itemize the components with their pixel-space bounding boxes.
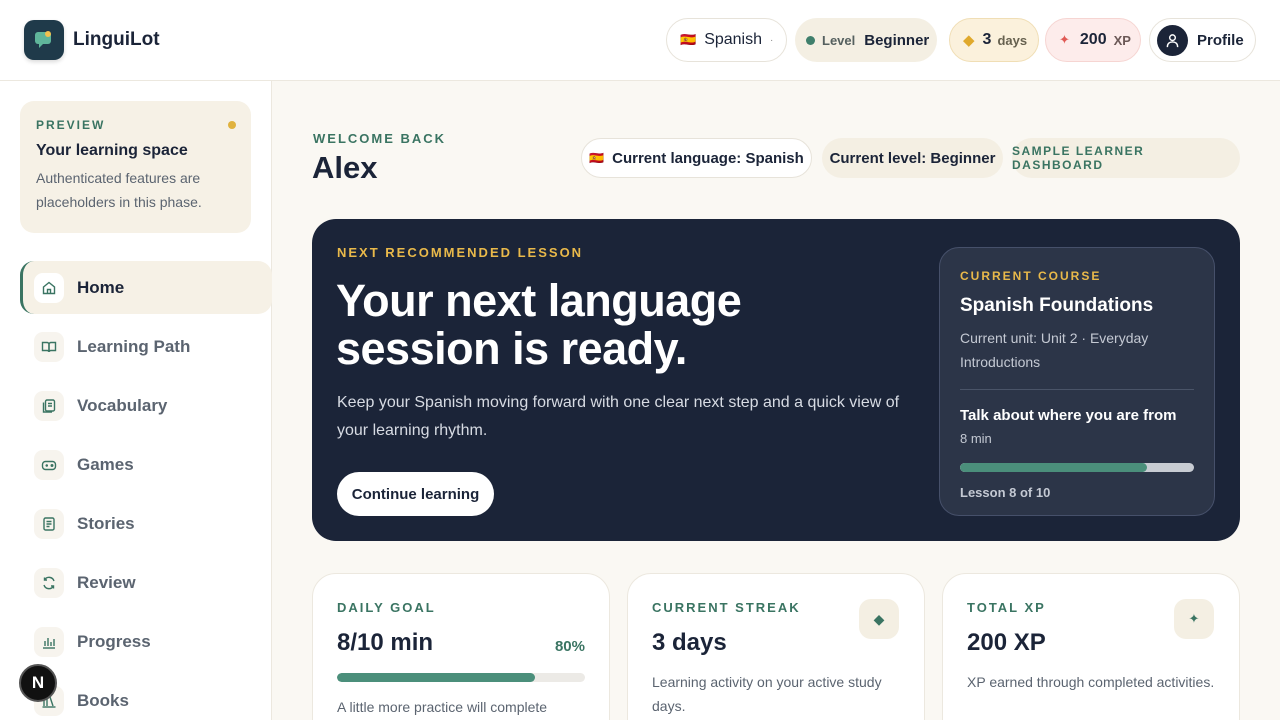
divider — [960, 389, 1194, 390]
continue-learning-button[interactable]: Continue learning — [337, 472, 494, 516]
sidebar-item-label: Learning Path — [77, 336, 191, 356]
current-course-card[interactable]: CURRENT COURSE Spanish Foundations Curre… — [939, 247, 1215, 516]
xp-note: XP earned through completed activities. — [967, 674, 1215, 690]
spain-flag-icon: 🇪🇸 — [589, 151, 605, 165]
cards-icon — [34, 390, 64, 421]
diamond-icon: ◆ — [963, 32, 975, 49]
preview-card: PREVIEW Your learning space Authenticate… — [20, 101, 251, 233]
daily-goal-percent: 80% — [554, 638, 585, 655]
sidebar: PREVIEW Your learning space Authenticate… — [0, 81, 272, 720]
xp-unit: XP — [1113, 32, 1131, 48]
next-lesson-hero: NEXT RECOMMENDED LESSON Your next langua… — [312, 219, 1240, 541]
sparkle-icon: ✦ — [1059, 32, 1070, 47]
app-name: LinguiLot — [73, 29, 160, 50]
level-caption: Level — [822, 32, 856, 48]
hero-description: Keep your Spanish moving forward with on… — [337, 394, 900, 439]
streak-card-icon: ◆ — [873, 610, 885, 627]
xp-pill[interactable]: ✦ 200 XP — [1045, 18, 1141, 62]
story-icon — [34, 508, 64, 539]
sidebar-item-label: Review — [77, 572, 136, 592]
level-value: Beginner — [864, 31, 930, 49]
top-bar: LinguiLot 🇪🇸 Spanish · Level Beginner ◆ … — [0, 0, 1280, 81]
course-progress-bar — [960, 463, 1194, 472]
sidebar-item-vocabulary[interactable]: Vocabulary — [20, 379, 272, 432]
sidebar-nav: Home Learning Path Vocabulary Games Stor… — [20, 261, 272, 720]
preview-description: Authenticated features are placeholders … — [36, 170, 202, 210]
sidebar-item-label: Home — [77, 277, 125, 297]
xp-card-icon: ✦ — [1188, 611, 1200, 626]
hero-headline: Your next language session is ready. — [336, 275, 742, 374]
sidebar-item-stories[interactable]: Stories — [20, 497, 272, 550]
daily-goal-value: 8/10 min — [337, 629, 434, 656]
daily-goal-progress-fill — [337, 673, 536, 682]
current-language-label: Current language: Spanish — [612, 149, 804, 167]
course-unit: Current unit: Unit 2 · Everyday Introduc… — [960, 330, 1149, 370]
sidebar-item-review[interactable]: Review — [20, 556, 272, 609]
course-progress-fill — [960, 463, 1148, 472]
welcome-eyebrow: WELCOME BACK — [313, 131, 447, 146]
lesson-duration: 8 min — [960, 431, 992, 446]
sidebar-item-learning-path[interactable]: Learning Path — [20, 320, 272, 373]
current-level-chip: Current level: Beginner — [822, 138, 1003, 178]
profile-button[interactable]: Profile — [1149, 18, 1256, 62]
logo-icon — [24, 20, 64, 60]
daily-goal-eyebrow: DAILY GOAL — [337, 600, 436, 615]
chevron-down-icon: · — [770, 34, 774, 46]
streak-unit: days — [997, 32, 1028, 48]
sidebar-item-label: Games — [77, 454, 134, 474]
gamepad-icon — [34, 449, 64, 480]
daily-goal-note: A little more practice will complete — [337, 699, 548, 715]
brand[interactable]: LinguiLot — [24, 20, 160, 60]
status-dot-icon — [228, 121, 236, 129]
course-eyebrow: CURRENT COURSE — [960, 269, 1102, 283]
home-icon — [34, 272, 64, 303]
language-label: Spanish — [704, 31, 763, 48]
daily-goal-card: DAILY GOAL 8/10 min 80% A little more pr… — [312, 573, 610, 720]
sidebar-item-games[interactable]: Games — [20, 438, 272, 491]
streak-pill[interactable]: ◆ 3 days — [949, 18, 1039, 62]
dev-tools-badge[interactable]: N — [19, 664, 57, 702]
streak-note: Learning activity on your active study d… — [652, 674, 882, 714]
spain-flag-icon: 🇪🇸 — [680, 32, 697, 47]
daily-goal-progress-bar — [337, 673, 585, 682]
level-dot-icon — [806, 35, 815, 45]
sidebar-item-label: Progress — [77, 631, 151, 651]
book-open-icon — [34, 331, 64, 362]
hero-eyebrow: NEXT RECOMMENDED LESSON — [337, 245, 584, 260]
lesson-count: Lesson 8 of 10 — [960, 485, 1051, 500]
sidebar-item-progress[interactable]: Progress — [20, 615, 272, 668]
xp-value: 200 — [1079, 31, 1107, 48]
current-language-chip: 🇪🇸 Current language: Spanish — [581, 138, 812, 178]
sidebar-item-label: Books — [77, 690, 129, 710]
refresh-icon — [34, 567, 64, 598]
course-title: Spanish Foundations — [960, 295, 1154, 316]
sidebar-item-books[interactable]: Books — [20, 674, 272, 720]
preview-eyebrow: PREVIEW — [36, 118, 106, 132]
level-pill[interactable]: Level Beginner — [795, 18, 937, 62]
user-icon — [1157, 24, 1188, 56]
page-title: Alex — [312, 150, 378, 185]
current-streak-card: CURRENT STREAK 3 days Learning activity … — [627, 573, 925, 720]
sidebar-item-label: Vocabulary — [77, 395, 168, 415]
total-xp-card: TOTAL XP 200 XP XP earned through comple… — [942, 573, 1240, 720]
diamond-icon: ◆ — [859, 599, 899, 639]
sparkle-icon: ✦ — [1174, 599, 1214, 639]
sidebar-item-label: Stories — [77, 513, 135, 533]
preview-title: Your learning space — [36, 142, 188, 159]
lesson-title: Talk about where you are from — [960, 407, 1177, 424]
chart-icon — [34, 626, 64, 657]
language-selector[interactable]: 🇪🇸 Spanish · — [666, 18, 787, 62]
sample-dashboard-chip: SAMPLE LEARNER DASHBOARD — [1012, 138, 1240, 178]
streak-value: 3 — [982, 31, 992, 48]
sidebar-item-home[interactable]: Home — [20, 261, 272, 314]
profile-label: Profile — [1197, 31, 1244, 49]
